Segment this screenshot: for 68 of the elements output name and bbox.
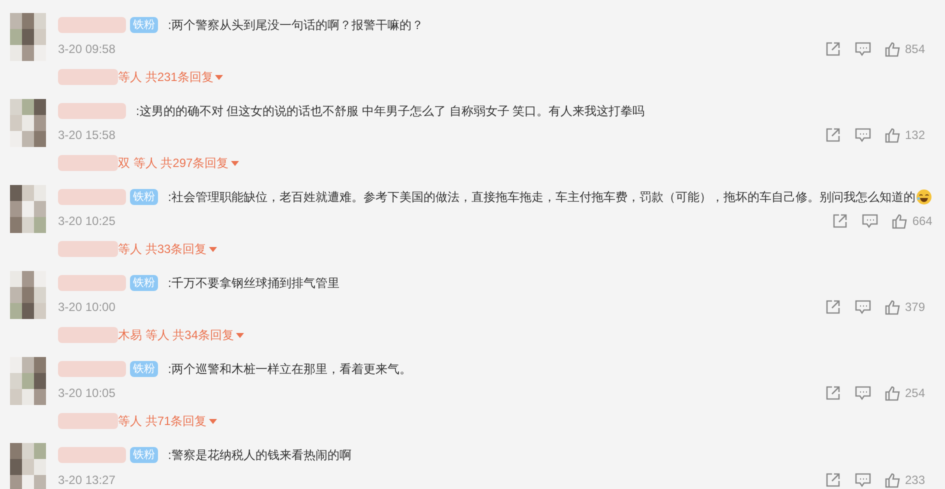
comment-text: :这男的的确不对 但这女的说的话也不舒服 中年男子怎么了 自称弱女子 笑口。有人来我这打拳吗 [136, 102, 645, 120]
blurred-name [58, 16, 126, 32]
comment-date: 3-20 10:25 [58, 213, 116, 230]
replies-link[interactable]: 等人 共71条回复 [118, 412, 217, 430]
like-count: 664 [912, 213, 932, 230]
comment-text: :警察是花纳税人的钱来看热闹的啊 [168, 447, 352, 464]
comment-icon[interactable] [854, 42, 871, 56]
caret-icon [236, 332, 244, 338]
comment-icon[interactable] [854, 300, 871, 314]
thumbs-up-icon[interactable] [884, 385, 901, 401]
comment-icon[interactable] [854, 472, 871, 488]
comment-date: 3-20 15:58 [58, 127, 116, 144]
comment-date: 3-20 09:58 [58, 41, 116, 58]
laughing-emoji-icon [916, 188, 932, 204]
comment-icon[interactable] [854, 128, 871, 142]
thumbs-up-icon[interactable] [892, 213, 908, 229]
comment-icon[interactable] [862, 214, 878, 228]
blurred-name [58, 69, 118, 85]
thumbs-up-icon[interactable] [884, 472, 901, 488]
comment-icon[interactable] [854, 386, 871, 400]
caret-icon [215, 74, 224, 80]
like-count: 254 [904, 385, 925, 402]
avatar-placeholder [10, 99, 46, 147]
share-icon[interactable] [832, 213, 848, 229]
share-icon[interactable] [824, 41, 841, 57]
comment-date: 3-20 13:27 [58, 472, 116, 489]
thumbs-up-icon[interactable] [884, 127, 901, 143]
like-count: 379 [904, 299, 925, 316]
blurred-name [58, 155, 118, 171]
blurred-name [58, 274, 126, 290]
blurred-name [58, 447, 126, 463]
fan-badge: 铁粉 [130, 16, 158, 32]
share-icon[interactable] [824, 472, 841, 488]
avatar-placeholder [10, 357, 46, 405]
blurred-name [58, 241, 118, 257]
blurred-name [58, 413, 118, 429]
fan-badge: 铁粉 [130, 274, 158, 290]
fan-badge: 铁粉 [130, 447, 158, 463]
replies-link[interactable]: 木易 等人 共34条回复 [118, 326, 244, 344]
share-icon[interactable] [824, 385, 841, 401]
share-icon[interactable] [824, 127, 841, 143]
caret-icon [208, 246, 217, 252]
fan-badge: 铁粉 [130, 360, 158, 376]
blurred-name [58, 327, 118, 343]
replies-link[interactable]: 等人 共231条回复 [118, 68, 224, 86]
blurred-name [58, 102, 126, 118]
avatar-placeholder [10, 13, 46, 61]
share-icon[interactable] [824, 299, 841, 315]
avatar-placeholder [10, 185, 46, 233]
avatar-placeholder [10, 271, 46, 319]
replies-link[interactable]: 双 等人 共297条回复 [118, 154, 239, 172]
blurred-name [58, 360, 126, 376]
caret-icon [208, 418, 217, 424]
like-count: 854 [904, 41, 925, 58]
thumbs-up-icon[interactable] [884, 299, 901, 315]
caret-icon [230, 160, 239, 166]
comment-text: :千万不要拿钢丝球捅到排气管里 [168, 274, 340, 292]
comment-text: :两个巡警和木桩一样立在那里，看着更来气。 [168, 360, 412, 378]
blurred-name [58, 188, 126, 204]
thumbs-up-icon[interactable] [884, 41, 901, 57]
comment-text: :社会管理职能缺位，老百姓就遭难。参考下美国的做法，直接拖车拖走，车主付拖车费，罚款（可能），拖坏的车自己修。别问我怎么知道的 [168, 188, 916, 206]
comment-date: 3-20 10:05 [58, 385, 116, 402]
replies-link[interactable]: 等人 共33条回复 [118, 240, 217, 258]
fan-badge: 铁粉 [130, 188, 158, 204]
like-count: 233 [904, 472, 925, 489]
comment-date: 3-20 10:00 [58, 299, 116, 316]
like-count: 132 [904, 127, 925, 144]
comment-text: :两个警察从头到尾没一句话的啊？报警干嘛的？ [168, 16, 424, 34]
